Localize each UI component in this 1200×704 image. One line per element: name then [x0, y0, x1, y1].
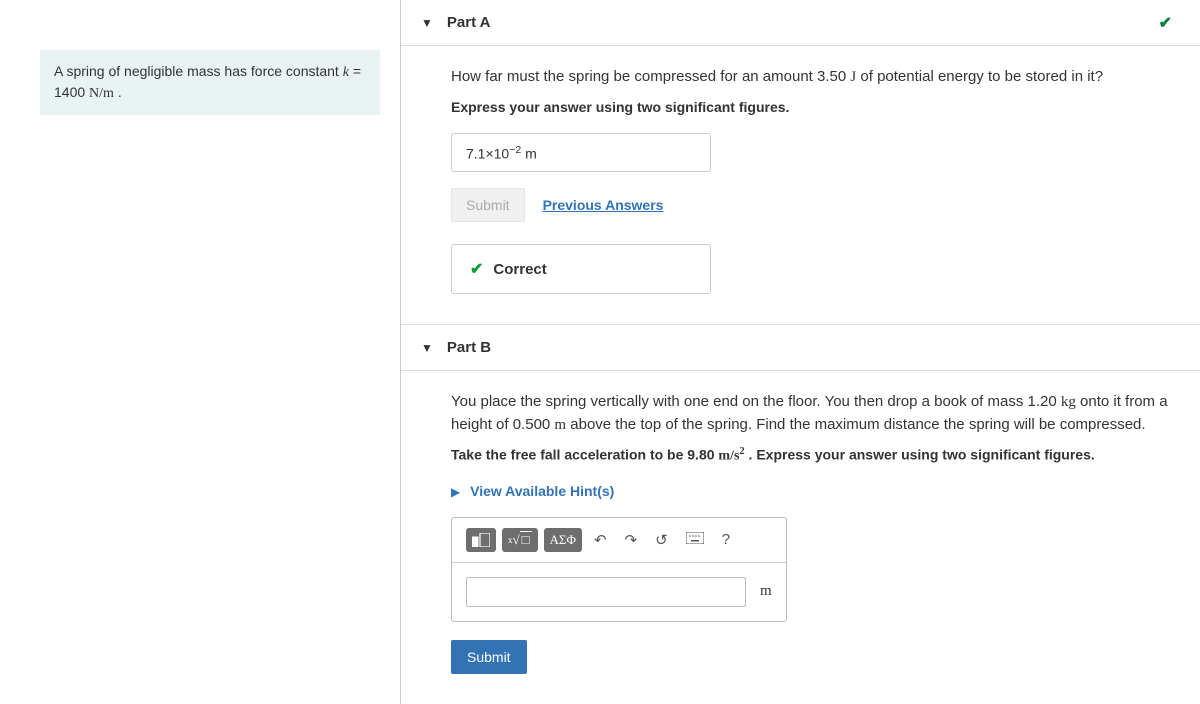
- ans-unit: m: [521, 145, 537, 161]
- submit-button[interactable]: Submit: [451, 640, 527, 674]
- problem-period: .: [114, 84, 122, 100]
- part-b-instruction: Take the free fall acceleration to be 9.…: [451, 446, 1170, 465]
- ib-pre: Take the free fall acceleration to be 9.…: [451, 447, 718, 463]
- math-icon[interactable]: x√□: [502, 528, 538, 552]
- part-b-body: You place the spring vertically with one…: [401, 371, 1200, 704]
- part-a-body: How far must the spring be compressed fo…: [401, 46, 1200, 324]
- submit-button-disabled: Submit: [451, 188, 525, 222]
- previous-answers-link[interactable]: Previous Answers: [543, 197, 664, 213]
- answer-input[interactable]: [466, 577, 746, 607]
- ans-coeff: 7.1: [466, 145, 485, 161]
- checkmark-icon: ✔: [1159, 13, 1172, 33]
- unit-nm: N/m: [89, 86, 114, 101]
- part-b-header[interactable]: ▼ Part B: [401, 324, 1200, 371]
- redo-icon[interactable]: ↷: [619, 529, 644, 551]
- unit-kg: kg: [1061, 394, 1076, 410]
- qb-post: above the top of the spring. Find the ma…: [566, 416, 1145, 433]
- unit-m: m: [554, 417, 566, 433]
- undo-icon[interactable]: ↶: [588, 529, 613, 551]
- ib-post: . Express your answer using two signific…: [745, 447, 1095, 463]
- input-toolbar: x√□ ΑΣΦ ↶ ↷ ↺ ?: [452, 518, 786, 563]
- part-a-header[interactable]: ▼ Part A ✔: [401, 0, 1200, 46]
- answer-input-block: x√□ ΑΣΦ ↶ ↷ ↺ ? m: [451, 517, 787, 622]
- answer-unit: m: [760, 583, 772, 600]
- part-b-title: Part B: [447, 339, 491, 356]
- keyboard-icon[interactable]: [680, 529, 710, 550]
- part-a-question: How far must the spring be compressed fo…: [451, 66, 1170, 89]
- reset-icon[interactable]: ↺: [649, 529, 674, 551]
- checkmark-icon: ✔: [470, 259, 483, 279]
- caret-down-icon: ▼: [421, 16, 433, 30]
- greek-icon[interactable]: ΑΣΦ: [544, 528, 582, 552]
- problem-text: A spring of negligible mass has force co…: [54, 63, 343, 79]
- correct-label: Correct: [493, 261, 546, 278]
- ans-exp: −2: [509, 144, 521, 156]
- view-hints[interactable]: ▶ View Available Hint(s): [451, 483, 1170, 499]
- q-pre: How far must the spring be compressed fo…: [451, 68, 850, 85]
- part-a-answer-box: 7.1×10−2 m: [451, 133, 711, 173]
- part-a-title: Part A: [447, 14, 491, 31]
- help-icon[interactable]: ?: [716, 529, 736, 550]
- qb-pre: You place the spring vertically with one…: [451, 393, 1061, 410]
- ans-ten: ×10: [485, 145, 509, 161]
- caret-right-icon: ▶: [451, 485, 460, 499]
- caret-down-icon: ▼: [421, 341, 433, 355]
- unit-ms: m/s: [718, 449, 739, 464]
- hints-label: View Available Hint(s): [470, 483, 614, 499]
- template-icon[interactable]: [466, 528, 496, 552]
- problem-statement: A spring of negligible mass has force co…: [40, 50, 380, 115]
- part-b-question: You place the spring vertically with one…: [451, 391, 1170, 436]
- correct-feedback: ✔ Correct: [451, 244, 711, 294]
- part-a-instruction: Express your answer using two significan…: [451, 99, 1170, 115]
- q-post: of potential energy to be stored in it?: [856, 68, 1103, 85]
